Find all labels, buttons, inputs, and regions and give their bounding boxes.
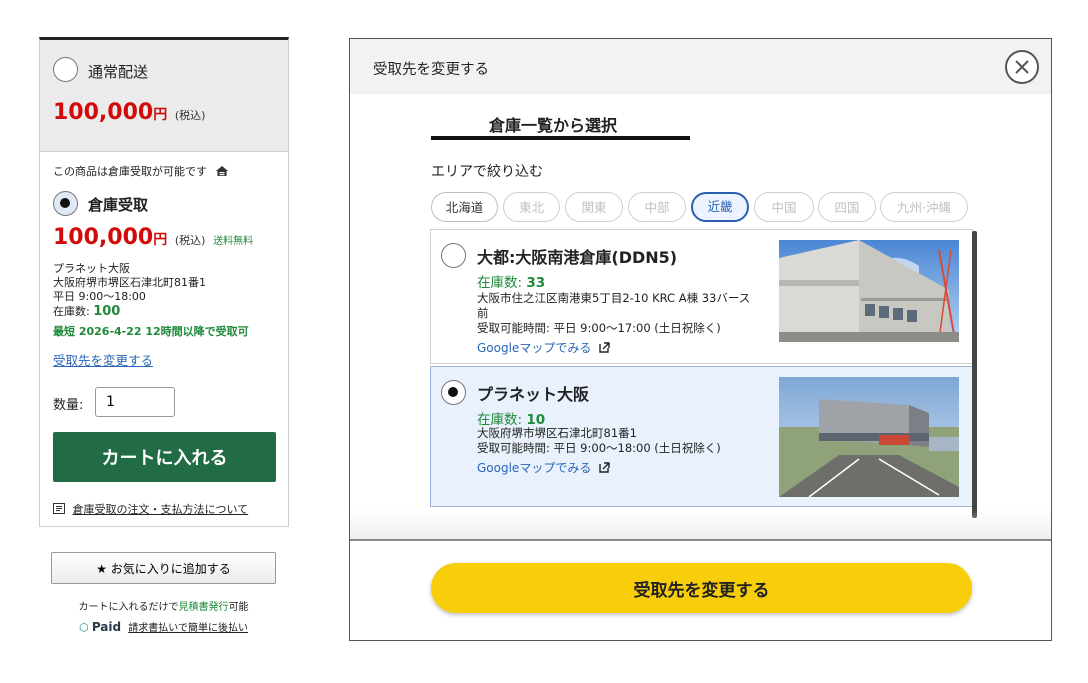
- change-pickup-modal: 受取先を変更する 倉庫一覧から選択 エリアで絞り込む 北海道 東北 関東 中部 …: [349, 38, 1052, 641]
- tax-note: (税込): [174, 109, 206, 122]
- tax-note: (税込): [174, 234, 206, 247]
- warehouse-address: 大阪市住之江区南港東5丁目2-10 KRC A棟 33バース: [477, 291, 751, 305]
- warehouse-photo: [779, 377, 959, 497]
- estimate-note-suffix: 可能: [228, 602, 249, 613]
- modal-header: 受取先を変更する: [350, 39, 1051, 94]
- order-info-row: 倉庫受取の注文・支払方法について: [53, 501, 248, 517]
- modal-title: 受取先を変更する: [373, 62, 489, 78]
- store-address: 大阪府堺市堺区石津北町81番1: [53, 276, 206, 289]
- yen-unit: 円: [153, 107, 168, 123]
- stock-value: 100: [93, 304, 121, 319]
- estimate-note-prefix: カートに入れるだけで: [78, 602, 179, 613]
- area-button-chubu[interactable]: 中部: [628, 192, 686, 222]
- stock-label: 在庫数:: [53, 305, 90, 318]
- stock-value: 33: [526, 275, 546, 291]
- tab-underline: [431, 136, 690, 140]
- warehouse-hours: 受取可能時間: 平日 9:00～18:00 (土日祝除く): [477, 441, 721, 455]
- map-link-text: Googleマップでみる: [477, 341, 592, 355]
- product-purchase-panel: 通常配送 100,000円 (税込) この商品は倉庫受取が可能です 倉庫受取 1…: [39, 37, 289, 527]
- warehouse-radio[interactable]: [441, 380, 466, 405]
- warehouse-pickup-price: 100,000円 (税込) 送料無料: [53, 225, 253, 250]
- google-map-link[interactable]: Googleマップでみる: [477, 339, 610, 356]
- area-button-tohoku[interactable]: 東北: [503, 192, 560, 222]
- area-button-hokkaido[interactable]: 北海道: [431, 192, 498, 222]
- google-map-link[interactable]: Googleマップでみる: [477, 459, 610, 476]
- area-button-chugoku[interactable]: 中国: [754, 192, 814, 222]
- warehouse-list-scrollbar[interactable]: [972, 231, 977, 518]
- close-icon: [1015, 60, 1029, 74]
- estimate-link[interactable]: 見積書発行: [179, 602, 229, 613]
- warehouse-hours: 受取可能時間: 平日 9:00～17:00 (土日祝除く): [477, 321, 721, 335]
- warehouse-stock: 在庫数: 10: [477, 408, 545, 428]
- normal-delivery-price: 100,000円 (税込): [53, 100, 205, 125]
- store-hours: 平日 9:00～18:00: [53, 290, 146, 303]
- warehouse-radio[interactable]: [441, 243, 466, 268]
- paid-logo-icon: ⬡: [79, 621, 89, 634]
- quantity-input[interactable]: [95, 387, 175, 417]
- area-button-shikoku[interactable]: 四国: [818, 192, 876, 222]
- price-value: 100,000: [53, 100, 154, 125]
- price-value: 100,000: [53, 225, 154, 250]
- tab-warehouse-list[interactable]: 倉庫一覧から選択: [489, 112, 617, 136]
- area-button-kanto[interactable]: 関東: [565, 192, 623, 222]
- warehouse-available-note: この商品は倉庫受取が可能です: [53, 163, 229, 180]
- warehouse-stock: 在庫数: 33: [477, 271, 545, 291]
- change-pickup-submit-button[interactable]: 受取先を変更する: [431, 563, 972, 613]
- warehouse-address-cont: 前: [477, 306, 489, 320]
- warehouse-photo: [779, 240, 959, 342]
- normal-delivery-option[interactable]: 通常配送 100,000円 (税込): [40, 40, 288, 152]
- close-button[interactable]: [1005, 50, 1039, 84]
- area-button-kinki[interactable]: 近畿: [691, 192, 749, 222]
- store-stock: 在庫数: 100: [53, 305, 120, 318]
- map-link-text: Googleマップでみる: [477, 461, 592, 475]
- paid-row: ⬡ Paid 請求書払いで簡単に後払い: [51, 619, 276, 634]
- warehouse-name: プラネット大阪: [477, 385, 590, 404]
- area-button-kyushu[interactable]: 九州·沖縄: [880, 192, 968, 222]
- earliest-pickup: 最短 2026-4-22 12時間以降で受取可: [53, 325, 249, 338]
- add-favorite-button[interactable]: ★ お気に入りに追加する: [51, 552, 276, 584]
- yen-unit: 円: [153, 232, 168, 248]
- paid-logo: Paid: [91, 620, 122, 634]
- warehouse-pickup-label: 倉庫受取: [88, 196, 149, 214]
- warehouse-card[interactable]: 大都:大阪南港倉庫(DDN5) 在庫数: 33 大阪市住之江区南港東5丁目2-1…: [430, 229, 973, 364]
- warehouse-available-text: この商品は倉庫受取が可能です: [53, 165, 207, 178]
- normal-delivery-radio[interactable]: [53, 57, 78, 82]
- normal-delivery-label: 通常配送: [88, 63, 149, 81]
- external-link-icon: [599, 341, 610, 356]
- area-filter-label: エリアで絞り込む: [431, 164, 543, 180]
- list-fade: [350, 509, 1051, 539]
- estimate-note: カートに入れるだけで見積書発行可能: [51, 598, 276, 613]
- free-shipping-note: 送料無料: [213, 236, 254, 247]
- house-icon: [215, 165, 229, 180]
- warehouse-card[interactable]: プラネット大阪 在庫数: 10 大阪府堺市堺区石津北町81番1 受取可能時間: …: [430, 366, 973, 507]
- warehouse-pickup-radio[interactable]: [53, 191, 78, 216]
- document-icon: [53, 503, 65, 517]
- stock-label: 在庫数:: [477, 275, 523, 291]
- external-link-icon: [599, 461, 610, 476]
- order-info-link[interactable]: 倉庫受取の注文・支払方法について: [73, 503, 249, 516]
- warehouse-name: 大都:大阪南港倉庫(DDN5): [477, 248, 678, 267]
- warehouse-address: 大阪府堺市堺区石津北町81番1: [477, 426, 637, 440]
- warehouse-list: 大都:大阪南港倉庫(DDN5) 在庫数: 33 大阪市住之江区南港東5丁目2-1…: [430, 229, 977, 516]
- paid-link[interactable]: 請求書払いで簡単に後払い: [128, 623, 248, 634]
- change-pickup-link[interactable]: 受取先を変更する: [53, 350, 153, 369]
- add-to-cart-button[interactable]: カートに入れる: [53, 432, 276, 482]
- store-name: プラネット大阪: [53, 262, 130, 275]
- quantity-label: 数量:: [53, 398, 84, 413]
- footer-divider: [350, 539, 1051, 541]
